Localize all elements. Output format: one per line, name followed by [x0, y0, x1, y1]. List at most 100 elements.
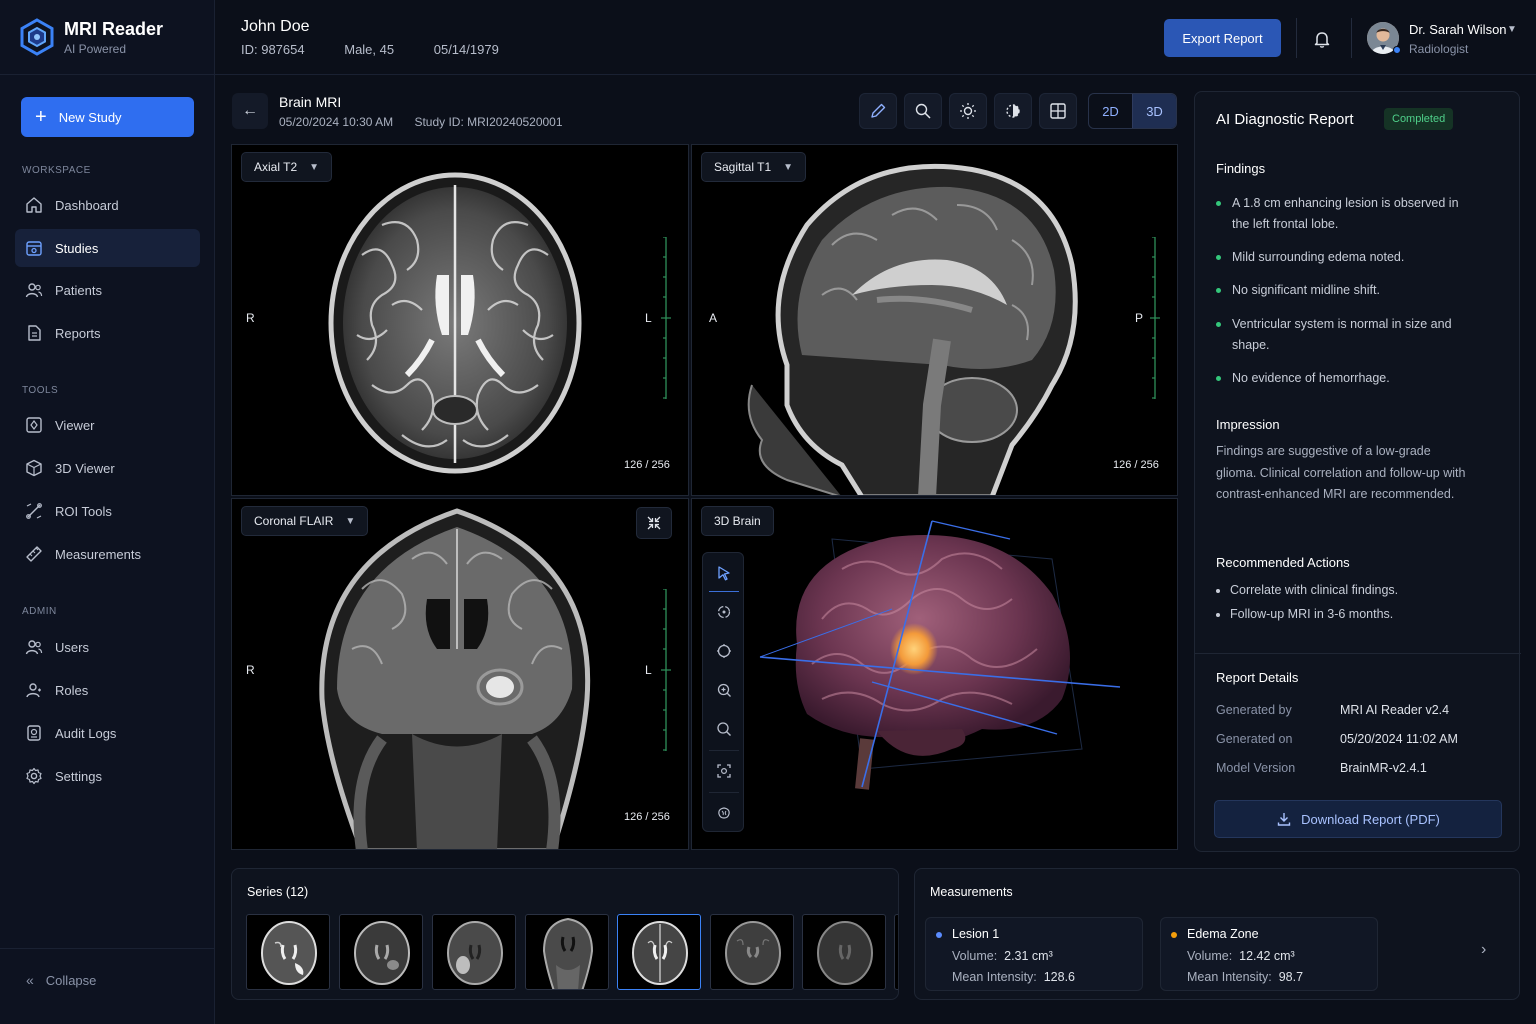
sidebar-item-patients[interactable]: Patients [15, 271, 200, 309]
contrast-tool-button[interactable] [994, 93, 1032, 129]
sidebar-item-roles[interactable]: Roles [15, 671, 200, 709]
orientation-left: A [709, 311, 718, 325]
coronal-mri-image [319, 508, 591, 849]
finding-item: A 1.8 cm enhancing lesion is observed in… [1216, 193, 1466, 235]
viewport-3d-brain[interactable]: 3D Brain [691, 498, 1178, 850]
studies-icon [26, 241, 42, 256]
plus-icon: + [35, 106, 47, 128]
export-report-button[interactable]: Export Report [1164, 19, 1281, 57]
viewport-sagittal[interactable]: Sagittal T1 ▼ A P 126 / 256 [691, 144, 1178, 496]
sidebar-item-label: Reports [55, 325, 101, 341]
measurements-title: Measurements [930, 885, 1013, 899]
logo-icon [20, 18, 54, 56]
finding-item: Mild surrounding edema noted. [1216, 247, 1466, 268]
study-id: Study ID: MRI20240520001 [414, 115, 563, 129]
chevron-down-icon[interactable]: ▼ [1507, 24, 1517, 35]
series-select-sagittal[interactable]: Sagittal T1 ▼ [701, 152, 807, 182]
series-thumbnail[interactable] [710, 914, 794, 990]
select-tool-button[interactable] [713, 562, 735, 584]
new-study-button[interactable]: + New Study [21, 97, 194, 137]
layout-tool-button[interactable] [1039, 93, 1077, 129]
back-button[interactable]: ← [232, 93, 268, 129]
sidebar-item-label: Viewer [55, 417, 95, 433]
minimize-viewport-button[interactable] [636, 507, 672, 539]
measurement-intensity: Mean Intensity: 128.6 [952, 970, 1075, 984]
study-meta: 05/20/2024 10:30 AM Study ID: MRI2024052… [279, 115, 581, 129]
series-thumbnail[interactable] [339, 914, 423, 990]
rotate-tool-button[interactable] [713, 601, 735, 623]
collapse-sidebar-button[interactable]: « Collapse [26, 972, 96, 988]
axial-mri-image [328, 172, 582, 474]
view-3d-button[interactable]: 3D [1132, 94, 1176, 128]
measurement-card[interactable]: Lesion 1 Volume: 2.31 cm³ Mean Intensity… [925, 917, 1143, 991]
detail-value: BrainMR-v2.4.1 [1340, 761, 1427, 775]
ai-report-panel: AI Diagnostic Report Completed Findings … [1194, 91, 1521, 852]
sidebar-item-studies[interactable]: Studies [15, 229, 200, 267]
findings-title: Findings [1216, 161, 1266, 176]
action-item: Correlate with clinical findings. [1216, 583, 1398, 597]
sidebar-item-users[interactable]: Users [15, 628, 200, 666]
download-report-button[interactable]: Download Report (PDF) [1214, 800, 1502, 838]
series-thumbnail[interactable] [246, 914, 330, 990]
home-icon [26, 197, 42, 213]
measurement-volume: Volume: 2.31 cm³ [952, 949, 1053, 963]
chevron-down-icon: ▼ [783, 161, 794, 173]
viewport-coronal[interactable]: Coronal FLAIR ▼ R L 126 / 256 [231, 498, 689, 850]
chevron-right-icon[interactable]: › [1481, 941, 1486, 959]
view-2d-button[interactable]: 2D [1089, 94, 1132, 128]
orientation-right: L [645, 311, 652, 325]
patient-id: ID: 987654 [241, 42, 305, 57]
details-title: Report Details [1216, 670, 1299, 685]
zoom-tool-button[interactable] [904, 93, 942, 129]
study-title: Brain MRI [279, 94, 342, 110]
series-thumbnail-selected[interactable] [617, 914, 701, 990]
orbit-tool-button[interactable] [713, 640, 735, 662]
brand[interactable]: MRI Reader AI Powered [20, 18, 163, 56]
contrast-icon [1006, 104, 1020, 118]
brain-view-tool-button[interactable] [713, 802, 735, 824]
annotate-tool-button[interactable] [859, 93, 897, 129]
zoom-in-tool-button[interactable] [713, 679, 735, 701]
section-workspace: WORKSPACE [22, 165, 91, 176]
layout-grid-icon [1050, 103, 1066, 119]
sidebar-item-dashboard[interactable]: Dashboard [15, 186, 200, 224]
sidebar-item-3d-viewer[interactable]: 3D Viewer [15, 449, 200, 487]
sidebar-item-viewer[interactable]: Viewer [15, 406, 200, 444]
measurement-card[interactable]: Edema Zone Volume: 12.42 cm³ Mean Intens… [1160, 917, 1378, 991]
user-name[interactable]: Dr. Sarah Wilson [1409, 22, 1507, 37]
sidebar-item-settings[interactable]: Settings [15, 757, 200, 795]
sidebar-item-roi-tools[interactable]: ROI Tools [15, 492, 200, 530]
series-select-axial[interactable]: Axial T2 ▼ [241, 152, 333, 182]
ruler-icon [26, 546, 42, 562]
sidebar-item-label: 3D Viewer [55, 460, 115, 476]
slice-counter: 126 / 256 [1113, 459, 1159, 471]
measurement-color-dot [1171, 932, 1177, 938]
patients-icon [25, 283, 43, 298]
series-thumbnail[interactable] [894, 914, 898, 990]
finding-item: Ventricular system is normal in size and… [1216, 314, 1466, 356]
brightness-tool-button[interactable] [949, 93, 987, 129]
screenshot-tool-button[interactable] [713, 760, 735, 782]
series-label: Sagittal T1 [714, 160, 772, 174]
roi-icon [26, 503, 42, 519]
detail-key: Generated on [1216, 732, 1293, 746]
sidebar-item-audit-logs[interactable]: Audit Logs [15, 714, 200, 752]
bell-icon [1314, 32, 1330, 48]
impression-text: Findings are suggestive of a low-grade g… [1216, 444, 1466, 501]
series-select-coronal[interactable]: Coronal FLAIR ▼ [241, 506, 369, 536]
zoom-tool-button[interactable] [713, 718, 735, 740]
orientation-right: P [1135, 311, 1144, 325]
sidebar-item-measurements[interactable]: Measurements [15, 535, 200, 573]
series-thumbnail[interactable] [525, 914, 609, 990]
notifications-button[interactable] [1307, 24, 1337, 54]
series-thumbnail[interactable] [802, 914, 886, 990]
capture-icon [717, 764, 731, 778]
series-thumbnail[interactable] [432, 914, 516, 990]
series-label: Axial T2 [254, 160, 298, 174]
viewport-axial[interactable]: Axial T2 ▼ R L 126 / 256 [231, 144, 689, 496]
orientation-left: R [246, 663, 255, 677]
sidebar-item-reports[interactable]: Reports [15, 314, 200, 352]
patient-meta: ID: 987654 Male, 45 05/14/1979 [241, 42, 535, 57]
patient-sex-age: Male, 45 [344, 42, 395, 57]
series-strip: Series (12) [231, 868, 899, 1000]
